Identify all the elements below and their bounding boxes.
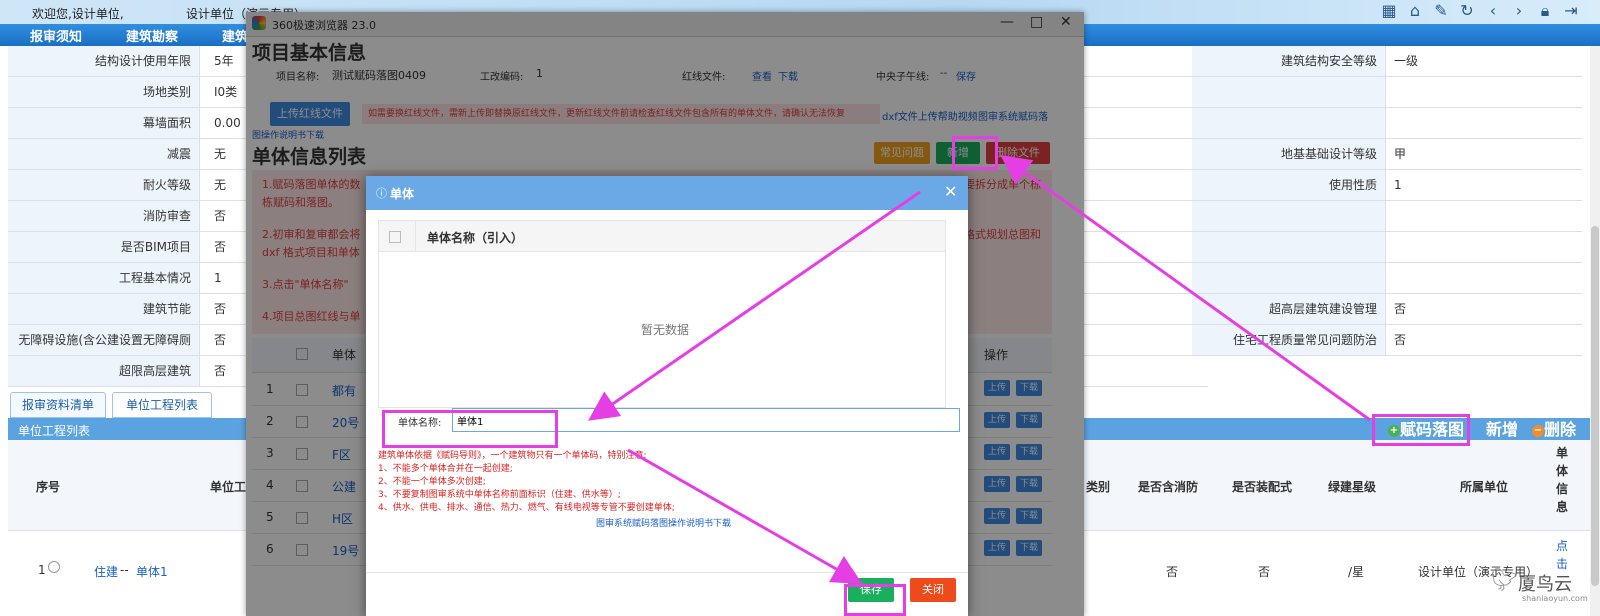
arrow-draw-to-add [1000, 155, 1371, 422]
arrow-add-to-field [588, 190, 921, 421]
watermark-url: shaniaoyun.com [1522, 594, 1588, 603]
bird-logo-icon: 🐦︎ [1490, 568, 1518, 593]
watermark-brand: 厦鸟云 [1518, 574, 1572, 595]
arrow-field-to-save [627, 448, 863, 584]
annotation-arrows [588, 155, 1371, 584]
